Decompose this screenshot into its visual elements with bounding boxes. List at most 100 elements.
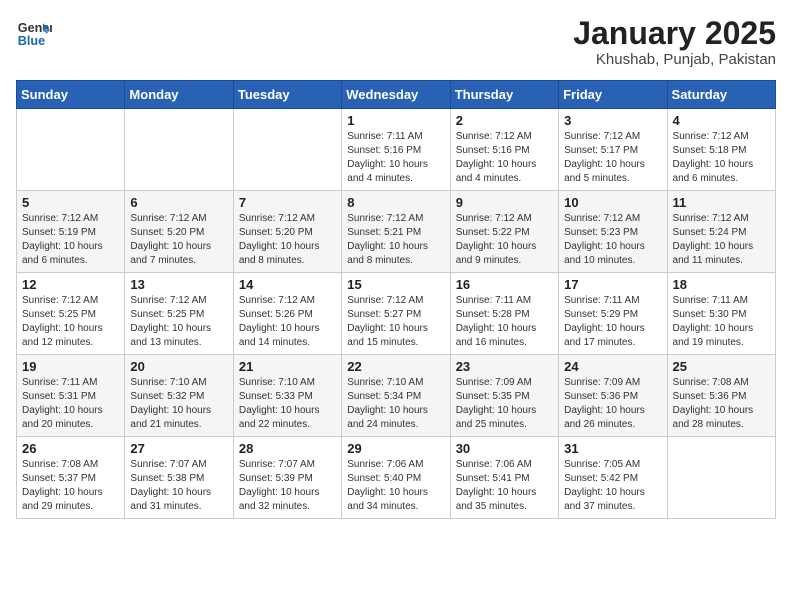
logo: General Blue — [16, 16, 52, 52]
logo-icon: General Blue — [16, 16, 52, 52]
calendar-row-2: 5 Sunrise: 7:12 AM Sunset: 5:19 PM Daylig… — [17, 191, 776, 273]
cell-info: Sunrise: 7:10 AM Sunset: 5:34 PM Dayligh… — [347, 376, 444, 432]
calendar-cell — [125, 109, 233, 191]
cell-info: Sunrise: 7:12 AM Sunset: 5:16 PM Dayligh… — [456, 130, 553, 186]
cell-info: Sunrise: 7:12 AM Sunset: 5:19 PM Dayligh… — [22, 212, 119, 268]
calendar-cell: 6 Sunrise: 7:12 AM Sunset: 5:20 PM Daylig… — [125, 191, 233, 273]
day-number: 24 — [564, 359, 661, 374]
weekday-header-row: SundayMondayTuesdayWednesdayThursdayFrid… — [17, 81, 776, 109]
cell-info: Sunrise: 7:12 AM Sunset: 5:22 PM Dayligh… — [456, 212, 553, 268]
day-number: 28 — [239, 441, 336, 456]
cell-info: Sunrise: 7:12 AM Sunset: 5:23 PM Dayligh… — [564, 212, 661, 268]
cell-info: Sunrise: 7:08 AM Sunset: 5:36 PM Dayligh… — [673, 376, 770, 432]
calendar-cell: 18Sunrise: 7:11 AM Sunset: 5:30 PM Dayli… — [667, 273, 775, 355]
cell-info: Sunrise: 7:09 AM Sunset: 5:35 PM Dayligh… — [456, 376, 553, 432]
calendar-row-1: 1 Sunrise: 7:11 AM Sunset: 5:16 PM Daylig… — [17, 109, 776, 191]
weekday-header-sunday: Sunday — [17, 81, 125, 109]
calendar-cell: 10 Sunrise: 7:12 AM Sunset: 5:23 PM Dayli… — [559, 191, 667, 273]
calendar-cell: 20 Sunrise: 7:10 AM Sunset: 5:32 PM Dayli… — [125, 355, 233, 437]
calendar-cell: 29 Sunrise: 7:06 AM Sunset: 5:40 PM Dayli… — [342, 437, 450, 519]
calendar-cell: 12 Sunrise: 7:12 AM Sunset: 5:25 PM Dayli… — [17, 273, 125, 355]
calendar-cell: 31Sunrise: 7:05 AM Sunset: 5:42 PM Dayli… — [559, 437, 667, 519]
cell-info: Sunrise: 7:12 AM Sunset: 5:26 PM Dayligh… — [239, 294, 336, 350]
cell-info: Sunrise: 7:12 AM Sunset: 5:20 PM Dayligh… — [239, 212, 336, 268]
calendar-cell: 14 Sunrise: 7:12 AM Sunset: 5:26 PM Dayli… — [233, 273, 341, 355]
cell-info: Sunrise: 7:09 AM Sunset: 5:36 PM Dayligh… — [564, 376, 661, 432]
calendar-cell: 15Sunrise: 7:12 AM Sunset: 5:27 PM Dayli… — [342, 273, 450, 355]
calendar-cell: 16 Sunrise: 7:11 AM Sunset: 5:28 PM Dayli… — [450, 273, 558, 355]
cell-info: Sunrise: 7:10 AM Sunset: 5:33 PM Dayligh… — [239, 376, 336, 432]
calendar-cell: 28Sunrise: 7:07 AM Sunset: 5:39 PM Dayli… — [233, 437, 341, 519]
day-number: 2 — [456, 113, 553, 128]
calendar-cell: 13 Sunrise: 7:12 AM Sunset: 5:25 PM Dayli… — [125, 273, 233, 355]
day-number: 20 — [130, 359, 227, 374]
day-number: 13 — [130, 277, 227, 292]
cell-info: Sunrise: 7:11 AM Sunset: 5:16 PM Dayligh… — [347, 130, 444, 186]
month-year-title: January 2025 — [573, 16, 776, 51]
day-number: 16 — [456, 277, 553, 292]
calendar-cell: 11 Sunrise: 7:12 AM Sunset: 5:24 PM Dayli… — [667, 191, 775, 273]
cell-info: Sunrise: 7:06 AM Sunset: 5:40 PM Dayligh… — [347, 458, 444, 514]
calendar-row-5: 26Sunrise: 7:08 AM Sunset: 5:37 PM Dayli… — [17, 437, 776, 519]
calendar-cell: 21 Sunrise: 7:10 AM Sunset: 5:33 PM Dayli… — [233, 355, 341, 437]
day-number: 19 — [22, 359, 119, 374]
day-number: 5 — [22, 195, 119, 210]
calendar-cell: 24 Sunrise: 7:09 AM Sunset: 5:36 PM Dayli… — [559, 355, 667, 437]
cell-info: Sunrise: 7:11 AM Sunset: 5:28 PM Dayligh… — [456, 294, 553, 350]
calendar-cell: 9 Sunrise: 7:12 AM Sunset: 5:22 PM Daylig… — [450, 191, 558, 273]
cell-info: Sunrise: 7:12 AM Sunset: 5:25 PM Dayligh… — [130, 294, 227, 350]
day-number: 27 — [130, 441, 227, 456]
calendar-cell: 26Sunrise: 7:08 AM Sunset: 5:37 PM Dayli… — [17, 437, 125, 519]
calendar-cell — [233, 109, 341, 191]
cell-info: Sunrise: 7:11 AM Sunset: 5:31 PM Dayligh… — [22, 376, 119, 432]
day-number: 26 — [22, 441, 119, 456]
weekday-header-saturday: Saturday — [667, 81, 775, 109]
cell-info: Sunrise: 7:12 AM Sunset: 5:18 PM Dayligh… — [673, 130, 770, 186]
day-number: 12 — [22, 277, 119, 292]
cell-info: Sunrise: 7:10 AM Sunset: 5:32 PM Dayligh… — [130, 376, 227, 432]
title-block: January 2025 Khushab, Punjab, Pakistan — [573, 16, 776, 68]
calendar-cell: 23 Sunrise: 7:09 AM Sunset: 5:35 PM Dayli… — [450, 355, 558, 437]
cell-info: Sunrise: 7:12 AM Sunset: 5:24 PM Dayligh… — [673, 212, 770, 268]
weekday-header-tuesday: Tuesday — [233, 81, 341, 109]
day-number: 23 — [456, 359, 553, 374]
calendar-cell — [667, 437, 775, 519]
calendar-cell: 27Sunrise: 7:07 AM Sunset: 5:38 PM Dayli… — [125, 437, 233, 519]
cell-info: Sunrise: 7:05 AM Sunset: 5:42 PM Dayligh… — [564, 458, 661, 514]
day-number: 10 — [564, 195, 661, 210]
calendar-cell: 5 Sunrise: 7:12 AM Sunset: 5:19 PM Daylig… — [17, 191, 125, 273]
weekday-header-thursday: Thursday — [450, 81, 558, 109]
weekday-header-monday: Monday — [125, 81, 233, 109]
calendar-cell: 4 Sunrise: 7:12 AM Sunset: 5:18 PM Daylig… — [667, 109, 775, 191]
day-number: 7 — [239, 195, 336, 210]
day-number: 25 — [673, 359, 770, 374]
calendar-cell: 19 Sunrise: 7:11 AM Sunset: 5:31 PM Dayli… — [17, 355, 125, 437]
day-number: 15 — [347, 277, 444, 292]
day-number: 29 — [347, 441, 444, 456]
location-subtitle: Khushab, Punjab, Pakistan — [573, 51, 776, 68]
calendar-cell: 8 Sunrise: 7:12 AM Sunset: 5:21 PM Daylig… — [342, 191, 450, 273]
day-number: 17 — [564, 277, 661, 292]
day-number: 3 — [564, 113, 661, 128]
cell-info: Sunrise: 7:12 AM Sunset: 5:20 PM Dayligh… — [130, 212, 227, 268]
day-number: 21 — [239, 359, 336, 374]
day-number: 4 — [673, 113, 770, 128]
weekday-header-friday: Friday — [559, 81, 667, 109]
calendar-cell: 25 Sunrise: 7:08 AM Sunset: 5:36 PM Dayli… — [667, 355, 775, 437]
day-number: 14 — [239, 277, 336, 292]
cell-info: Sunrise: 7:12 AM Sunset: 5:25 PM Dayligh… — [22, 294, 119, 350]
calendar-table: SundayMondayTuesdayWednesdayThursdayFrid… — [16, 80, 776, 519]
day-number: 8 — [347, 195, 444, 210]
day-number: 18 — [673, 277, 770, 292]
weekday-header-wednesday: Wednesday — [342, 81, 450, 109]
day-number: 11 — [673, 195, 770, 210]
calendar-cell: 7 Sunrise: 7:12 AM Sunset: 5:20 PM Daylig… — [233, 191, 341, 273]
calendar-row-4: 19 Sunrise: 7:11 AM Sunset: 5:31 PM Dayli… — [17, 355, 776, 437]
calendar-cell: 1 Sunrise: 7:11 AM Sunset: 5:16 PM Daylig… — [342, 109, 450, 191]
day-number: 6 — [130, 195, 227, 210]
cell-info: Sunrise: 7:11 AM Sunset: 5:29 PM Dayligh… — [564, 294, 661, 350]
cell-info: Sunrise: 7:12 AM Sunset: 5:21 PM Dayligh… — [347, 212, 444, 268]
day-number: 1 — [347, 113, 444, 128]
day-number: 9 — [456, 195, 553, 210]
day-number: 30 — [456, 441, 553, 456]
